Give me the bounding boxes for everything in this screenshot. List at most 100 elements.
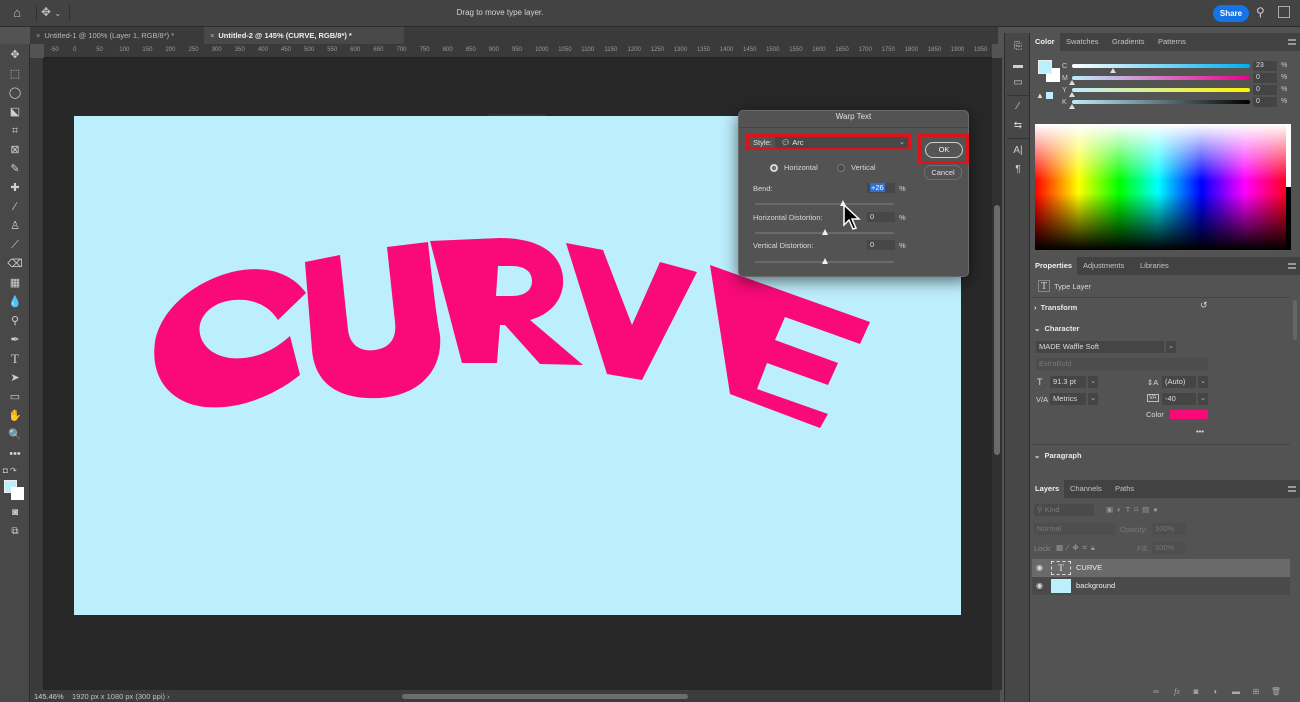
style-dropdown[interactable]: 💬︎ Arc (775, 137, 908, 148)
bend-input[interactable]: +26 (867, 183, 895, 193)
leading-field[interactable]: (Auto) (1162, 376, 1196, 388)
channel-slider-thumb[interactable] (1069, 80, 1075, 85)
tab-patterns[interactable]: Patterns (1153, 33, 1191, 51)
object-select-tool-icon[interactable]: ⬕ (3, 103, 27, 121)
quick-mask-icon[interactable]: ◙ (3, 504, 27, 522)
channel-slider-thumb[interactable] (1069, 92, 1075, 97)
eye-icon[interactable]: ◉ (1036, 581, 1043, 590)
zoom-level[interactable]: 145.46% (34, 692, 64, 701)
document-info[interactable]: 1920 px x 1080 px (300 ppi) › (72, 692, 170, 701)
fx-icon[interactable]: fx (1171, 687, 1183, 697)
chevron-down-icon[interactable]: ⌄ (1198, 376, 1208, 388)
more-options-icon[interactable]: ••• (1196, 427, 1204, 436)
panel-menu-icon[interactable] (1288, 39, 1296, 45)
close-icon[interactable]: × (36, 31, 40, 40)
zoom-tool-icon[interactable]: 🔍 (3, 426, 27, 444)
path-select-tool-icon[interactable]: ➤ (3, 369, 27, 387)
color-spectrum[interactable] (1035, 124, 1291, 250)
channel-slider-track[interactable] (1072, 88, 1250, 92)
new-layer-icon[interactable]: ⊞ (1250, 687, 1262, 697)
bend-slider-track[interactable] (755, 203, 894, 205)
pixel-filter-icon[interactable]: ▣ (1106, 505, 1117, 514)
lasso-tool-icon[interactable]: ◯ (3, 84, 27, 102)
close-icon[interactable]: × (210, 31, 214, 40)
marquee-tool-icon[interactable]: ⬚ (3, 65, 27, 83)
tab-color[interactable]: Color (1030, 33, 1060, 51)
lock-all-icon[interactable]: 🔒︎ (1091, 543, 1099, 552)
default-colors-icon[interactable]: ◘ ↷ (3, 462, 27, 480)
tab-gradients[interactable]: Gradients (1107, 33, 1150, 51)
blur-tool-icon[interactable]: 💧 (3, 293, 27, 311)
font-style-field[interactable]: ExtraBold (1036, 358, 1208, 370)
tab-untitled-2[interactable]: × Untitled-2 @ 145% (CURVE, RGB/8*) * (204, 27, 404, 44)
reset-icon[interactable]: ↺ (1200, 300, 1208, 311)
crop-tool-icon[interactable]: ⌗ (3, 122, 27, 140)
tracking-field[interactable]: -40 (1162, 393, 1196, 405)
channel-slider-track[interactable] (1072, 64, 1250, 68)
chevron-down-icon[interactable]: ⌄ (1088, 393, 1098, 405)
chevron-down-icon[interactable]: ⌄ (1166, 341, 1176, 353)
panel-menu-icon[interactable] (1288, 486, 1296, 492)
font-size-field[interactable]: 91.3 pt (1050, 376, 1086, 388)
black-white-ramp[interactable] (1286, 124, 1291, 250)
dodge-tool-icon[interactable]: ⚲ (3, 312, 27, 330)
delete-icon[interactable]: 🗑︎ (1270, 687, 1282, 697)
comments-icon[interactable]: ▭ (1009, 77, 1027, 93)
channel-value-input[interactable]: 0 (1253, 97, 1277, 107)
lock-position-icon[interactable]: ✥ (1072, 543, 1082, 552)
horizontal-radio[interactable] (770, 164, 778, 172)
blend-mode-select[interactable]: Normal (1034, 523, 1116, 535)
history-brush-tool-icon[interactable]: ⟋ (3, 236, 27, 254)
group-icon[interactable]: ▬ (1230, 687, 1242, 697)
layer-row-background[interactable]: ◉ background (1032, 577, 1290, 595)
vertical-distortion-thumb[interactable] (821, 258, 828, 264)
properties-scrollbar[interactable] (1293, 300, 1297, 340)
lock-artboard-icon[interactable]: ⌗ (1083, 543, 1091, 552)
web-safe-swatch[interactable] (1046, 92, 1053, 99)
tab-libraries[interactable]: Libraries (1135, 257, 1174, 275)
pen-tool-icon[interactable]: ✒ (3, 331, 27, 349)
horizontal-scroll-thumb[interactable] (402, 694, 688, 699)
tab-adjustments[interactable]: Adjustments (1078, 257, 1129, 275)
smart-object-filter-icon[interactable]: ▤ (1142, 505, 1153, 514)
character-icon[interactable]: A| (1009, 145, 1027, 161)
lock-icons[interactable]: ▦∕✥⌗🔒︎ (1056, 543, 1099, 553)
history-icon[interactable]: ⎘ (1009, 41, 1027, 57)
channel-value-input[interactable]: 0 (1253, 85, 1277, 95)
eraser-tool-icon[interactable]: ⌫ (3, 255, 27, 273)
channel-value-input[interactable]: 23 (1253, 61, 1277, 71)
clone-stamp-tool-icon[interactable]: ♙ (3, 217, 27, 235)
channel-slider-track[interactable] (1072, 100, 1250, 104)
transform-section[interactable]: › Transform (1034, 303, 1077, 312)
tab-paths[interactable]: Paths (1110, 480, 1139, 498)
vertical-scroll-thumb[interactable] (994, 205, 1000, 455)
rectangle-tool-icon[interactable]: ▭ (3, 388, 27, 406)
filter-icons[interactable]: ▣◐T⌑▤● (1106, 505, 1162, 514)
shape-filter-icon[interactable]: ⌑ (1134, 505, 1142, 514)
tab-layers[interactable]: Layers (1030, 480, 1065, 498)
tab-untitled-1[interactable]: × Untitled-1 @ 100% (Layer 1, RGB/8*) * (30, 27, 202, 44)
channel-slider-thumb[interactable] (1069, 104, 1075, 109)
frame-tool-icon[interactable]: ⊠ (3, 141, 27, 159)
vertical-distortion-input[interactable]: 0 (867, 240, 895, 250)
horizontal-distortion-thumb[interactable] (821, 229, 828, 235)
move-tool-icon[interactable]: ✥ (3, 46, 27, 64)
channel-value-input[interactable]: 0 (1253, 73, 1277, 83)
healing-brush-tool-icon[interactable]: ✚ (3, 179, 27, 197)
tab-properties[interactable]: Properties (1030, 257, 1078, 275)
adjustment-icon[interactable]: ◐ (1210, 687, 1222, 697)
paragraph-section[interactable]: ⌄ Paragraph (1034, 451, 1082, 460)
hand-tool-icon[interactable]: ✋ (3, 407, 27, 425)
adjustments-icon[interactable]: ⇆ (1009, 120, 1027, 136)
adjustment-filter-icon[interactable]: ◐ (1117, 505, 1126, 514)
layer-filter-input[interactable]: ⚲ Kind (1034, 504, 1094, 516)
chevron-down-icon[interactable]: ⌄ (1088, 376, 1098, 388)
layer-row-curve[interactable]: ◉ T CURVE (1032, 559, 1290, 577)
cancel-button[interactable]: Cancel (924, 165, 962, 180)
horizontal-distortion-input[interactable]: 0 (867, 212, 895, 222)
type-filter-icon[interactable]: T (1126, 505, 1135, 514)
search-icon[interactable]: ⚲ (1256, 5, 1270, 21)
text-color-swatch[interactable] (1170, 410, 1208, 419)
eyedropper-tool-icon[interactable]: ✎ (3, 160, 27, 178)
fill-field[interactable]: 100% (1152, 542, 1186, 554)
